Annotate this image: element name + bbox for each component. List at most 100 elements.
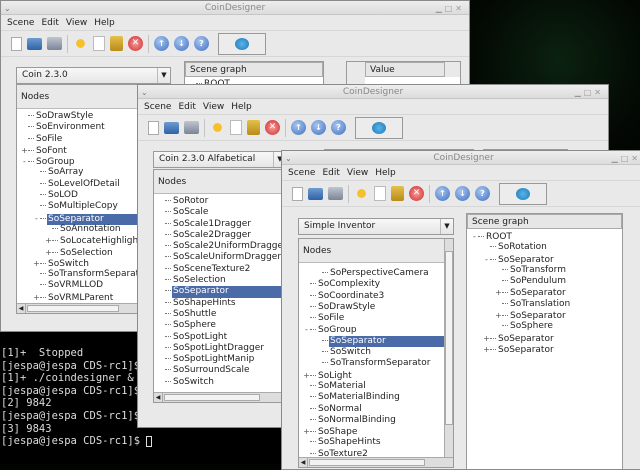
menu-scene[interactable]: Scene bbox=[144, 102, 171, 112]
horizontal-scrollbar[interactable]: ◀ bbox=[299, 457, 453, 467]
save-icon[interactable] bbox=[184, 121, 199, 134]
cut-icon[interactable] bbox=[210, 120, 225, 135]
menu-view[interactable]: View bbox=[347, 168, 368, 178]
tree-item[interactable]: SoScale bbox=[154, 207, 282, 218]
tree-item[interactable]: SoSwitch bbox=[154, 377, 282, 388]
tree-item[interactable]: SoSurroundScale bbox=[154, 365, 282, 376]
help-icon[interactable]: ? bbox=[475, 186, 490, 201]
tree-item[interactable]: SoComplexity bbox=[299, 279, 453, 290]
scrollbar-thumb[interactable] bbox=[445, 251, 453, 426]
collapse-icon[interactable]: - bbox=[303, 324, 310, 335]
menu-edit[interactable]: Edit bbox=[41, 18, 58, 28]
tree-item[interactable]: - SoSeparator bbox=[17, 213, 139, 225]
tree-item[interactable]: SoLevelOfDetail bbox=[17, 179, 139, 190]
menu-scene[interactable]: Scene bbox=[7, 18, 34, 28]
open-folder-icon[interactable] bbox=[27, 37, 42, 50]
tree-item[interactable]: SoSphere bbox=[154, 320, 282, 331]
tree-item[interactable]: SoMaterialBinding bbox=[299, 392, 453, 403]
tree-item[interactable]: + SoSeparator bbox=[467, 344, 622, 355]
title-bar[interactable]: ⌄ CoinDesigner ▁□✕ bbox=[138, 85, 608, 99]
vertical-scrollbar[interactable] bbox=[444, 239, 453, 457]
expand-icon[interactable]: + bbox=[495, 310, 502, 321]
copy-icon[interactable] bbox=[93, 36, 105, 51]
copy-icon[interactable] bbox=[374, 186, 386, 201]
open-folder-icon[interactable] bbox=[164, 121, 179, 134]
tree-item[interactable]: - ROOT bbox=[467, 231, 622, 242]
delete-icon[interactable]: ✕ bbox=[265, 120, 280, 135]
new-file-icon[interactable] bbox=[292, 186, 303, 201]
tree-item[interactable]: SoSeparator bbox=[154, 286, 282, 298]
tree-item[interactable]: - SoGroup bbox=[17, 156, 139, 167]
tree-item[interactable]: + SoVRMLParent bbox=[17, 292, 139, 303]
expand-icon[interactable]: + bbox=[483, 333, 490, 344]
tree-item[interactable]: SoDrawStyle bbox=[17, 111, 139, 122]
window-controls[interactable]: ▁□✕ bbox=[436, 2, 465, 16]
move-down-icon[interactable]: ↓ bbox=[174, 36, 189, 51]
expand-icon[interactable]: + bbox=[33, 258, 40, 269]
scrollbar-thumb[interactable] bbox=[164, 394, 260, 401]
tree-item[interactable]: SoPendulum bbox=[467, 276, 622, 287]
move-up-icon[interactable]: ↑ bbox=[291, 120, 306, 135]
menu-edit[interactable]: Edit bbox=[178, 102, 195, 112]
node-library-select[interactable]: Simple Inventor ▼ bbox=[298, 218, 454, 235]
collapse-icon[interactable]: - bbox=[483, 254, 490, 265]
tree-item[interactable]: SoVRMLLOD bbox=[17, 280, 139, 291]
delete-icon[interactable]: ✕ bbox=[409, 186, 424, 201]
tree-item[interactable]: SoFile bbox=[299, 313, 453, 324]
tree-item[interactable]: SoPerspectiveCamera bbox=[299, 268, 453, 279]
tree-item[interactable]: SoCoordinate3 bbox=[299, 291, 453, 302]
collapse-icon[interactable]: - bbox=[33, 213, 40, 224]
tree-item[interactable]: + SoSeparator bbox=[467, 287, 622, 298]
collapse-icon[interactable]: - bbox=[471, 231, 478, 242]
tree-item[interactable]: + SoSeparator bbox=[467, 333, 622, 344]
tree-item[interactable]: SoTransform bbox=[467, 265, 622, 276]
tree-item[interactable]: SoLOD bbox=[17, 190, 139, 201]
title-bar[interactable]: ⌄ CoinDesigner ▁□✕ bbox=[282, 151, 640, 165]
tree-item[interactable]: SoSwitch bbox=[299, 347, 453, 358]
scrollbar-thumb[interactable] bbox=[27, 305, 119, 312]
tree-item[interactable]: + SoShape bbox=[299, 426, 453, 437]
cut-icon[interactable] bbox=[354, 186, 369, 201]
tree-item[interactable]: - SoGroup bbox=[299, 324, 453, 335]
node-library-select[interactable]: Coin 2.3.0 ▼ bbox=[16, 67, 171, 84]
tree-item[interactable]: + SoFont bbox=[17, 145, 139, 156]
new-file-icon[interactable] bbox=[148, 120, 159, 135]
tree-item[interactable]: SoSeparator bbox=[299, 335, 453, 348]
chevron-down-icon[interactable]: ▼ bbox=[157, 68, 170, 83]
tree-item[interactable]: SoShapeHints bbox=[299, 437, 453, 448]
tree-item[interactable]: SoTransformSeparator bbox=[299, 358, 453, 369]
tree-item[interactable]: + SoLocateHighlight bbox=[17, 235, 139, 246]
tree-item[interactable]: SoSpotLight bbox=[154, 332, 282, 343]
tree-item[interactable]: SoNormal bbox=[299, 404, 453, 415]
horizontal-scrollbar[interactable]: ◀ bbox=[154, 392, 282, 402]
expand-icon[interactable]: + bbox=[33, 292, 40, 303]
window-menu-icon[interactable]: ⌄ bbox=[285, 152, 292, 166]
render-button[interactable] bbox=[355, 116, 403, 139]
tree-item[interactable]: SoMultipleCopy bbox=[17, 201, 139, 212]
tree-item[interactable]: SoSphere bbox=[467, 321, 622, 332]
expand-icon[interactable]: + bbox=[45, 247, 52, 258]
tree-item[interactable]: SoRotation bbox=[467, 242, 622, 253]
tree-item[interactable]: SoTransformSeparator bbox=[17, 269, 139, 280]
open-folder-icon[interactable] bbox=[308, 187, 323, 200]
window-menu-icon[interactable]: ⌄ bbox=[4, 2, 11, 16]
menu-edit[interactable]: Edit bbox=[322, 168, 339, 178]
save-icon[interactable] bbox=[47, 37, 62, 50]
tree-item[interactable]: SoArray bbox=[17, 167, 139, 178]
move-down-icon[interactable]: ↓ bbox=[455, 186, 470, 201]
tree-item[interactable]: SoFile bbox=[17, 134, 139, 145]
tree-item[interactable]: SoEnvironment bbox=[17, 122, 139, 133]
tree-item[interactable]: SoDrawStyle bbox=[299, 302, 453, 313]
tree-item[interactable]: SoShuttle bbox=[154, 309, 282, 320]
window-controls[interactable]: ▁□✕ bbox=[575, 86, 604, 100]
tree-item[interactable]: SoScale2UniformDragger bbox=[154, 241, 282, 252]
tree-item[interactable]: + SoSwitch bbox=[17, 258, 139, 269]
paste-icon[interactable] bbox=[391, 186, 404, 201]
tree-item[interactable]: SoRotor bbox=[154, 196, 282, 207]
render-button[interactable] bbox=[218, 32, 266, 55]
menu-scene[interactable]: Scene bbox=[288, 168, 315, 178]
menu-view[interactable]: View bbox=[66, 18, 87, 28]
tree-item[interactable]: SoShapeHints bbox=[154, 298, 282, 309]
tree-item[interactable]: SoAnnotation bbox=[17, 224, 139, 235]
menu-help[interactable]: Help bbox=[94, 18, 115, 28]
